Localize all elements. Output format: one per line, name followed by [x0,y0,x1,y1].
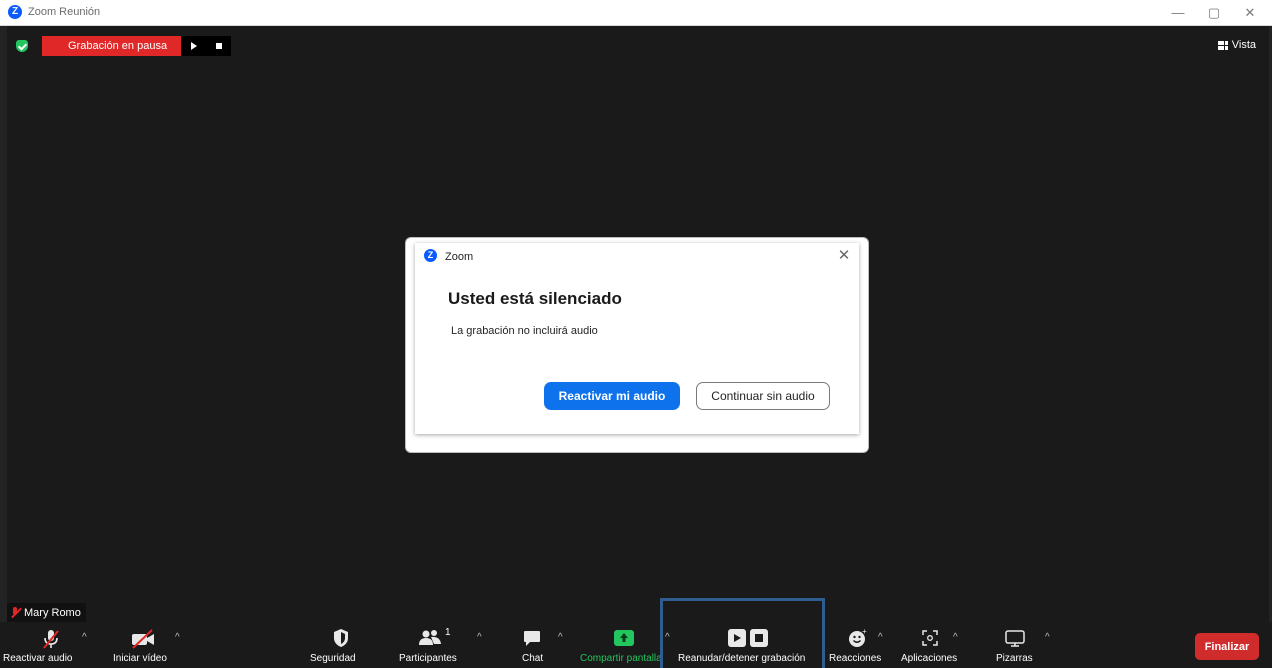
dialog-message: La grabación no incluirá audio [451,325,598,337]
participants-icon [419,630,441,645]
start-video-button[interactable]: ^ Iniciar vídeo [110,622,200,668]
recording-controls [181,36,232,56]
close-window-button[interactable]: ✕ [1232,0,1268,25]
share-screen-label: Compartir pantalla [580,653,662,664]
whiteboards-label: Pizarras [996,653,1033,664]
window-title: Zoom Reunión [28,6,101,18]
unmute-audio-toolbar-button[interactable]: ^ Reactivar audio [0,622,125,668]
apps-options-caret-icon[interactable]: ^ [953,632,958,643]
security-label: Seguridad [310,653,356,664]
participants-label: Participantes [399,653,457,664]
muted-microphone-icon [43,630,59,649]
chat-bubble-icon [524,631,540,646]
reactions-button[interactable]: + ^ Reacciones [826,622,890,668]
restore-button[interactable]: ▢ [1196,0,1232,25]
participant-name: Mary Romo [24,606,81,619]
view-label: Vista [1231,39,1256,51]
dialog-title: Zoom [445,251,474,263]
participants-count: 1 [445,627,451,638]
whiteboards-options-caret-icon[interactable]: ^ [1045,632,1050,643]
continue-without-audio-button[interactable]: Continuar sin audio [696,382,830,410]
apps-icon [922,630,938,646]
grid-view-icon [1217,40,1228,50]
chat-options-caret-icon[interactable]: ^ [558,632,563,643]
zoom-logo-icon: Z [8,5,22,19]
whiteboard-icon [1005,630,1025,647]
chat-label: Chat [522,653,544,664]
whiteboards-button[interactable]: ^ Pizarras [990,622,1060,668]
end-meeting-button[interactable]: Finalizar [1195,633,1259,660]
meeting-toolbar: ^ Reactivar audio ^ Iniciar vídeo Seguri… [0,622,1272,668]
dialog-close-icon[interactable]: ✕ [835,246,853,264]
apps-label: Aplicaciones [901,653,958,664]
muted-mic-icon [10,606,20,619]
minimize-button[interactable]: — [1160,0,1196,25]
view-button[interactable]: Vista [1217,39,1256,51]
audio-options-caret-icon[interactable]: ^ [82,632,87,643]
video-options-caret-icon[interactable]: ^ [175,632,180,643]
unmute-audio-button[interactable]: Reactivar mi audio [544,382,680,410]
participant-name-tag: Mary Romo [7,603,86,622]
svg-text:+: + [862,628,867,636]
security-button[interactable]: Seguridad [300,622,370,668]
encryption-shield-icon [16,40,28,52]
video-off-icon [132,629,154,649]
participants-options-caret-icon[interactable]: ^ [477,632,482,643]
shield-icon [334,629,348,647]
highlight-box [660,598,825,668]
reactions-label: Reacciones [829,653,882,664]
stop-recording-icon[interactable] [215,43,222,49]
muted-dialog: Z Zoom ✕ Usted está silenciado La grabac… [415,243,859,434]
unmute-audio-label: Reactivar audio [3,653,73,664]
recording-paused-label: Grabación en pausa [42,36,182,56]
chat-button[interactable]: ^ Chat [510,622,570,668]
apps-button[interactable]: ^ Aplicaciones [898,622,978,668]
reactions-options-caret-icon[interactable]: ^ [878,632,883,643]
reactions-smiley-icon: + [849,628,867,647]
share-screen-icon [614,630,634,646]
participants-button[interactable]: 1 ^ Participantes [390,622,490,668]
start-video-label: Iniciar vídeo [113,653,167,664]
resume-recording-icon[interactable] [190,42,197,50]
zoom-logo-icon: Z [424,249,437,262]
recording-status-bar: Grabación en pausa [16,36,232,56]
dialog-heading: Usted está silenciado [448,289,622,308]
window-titlebar: Z Zoom Reunión — ▢ ✕ [0,0,1272,26]
